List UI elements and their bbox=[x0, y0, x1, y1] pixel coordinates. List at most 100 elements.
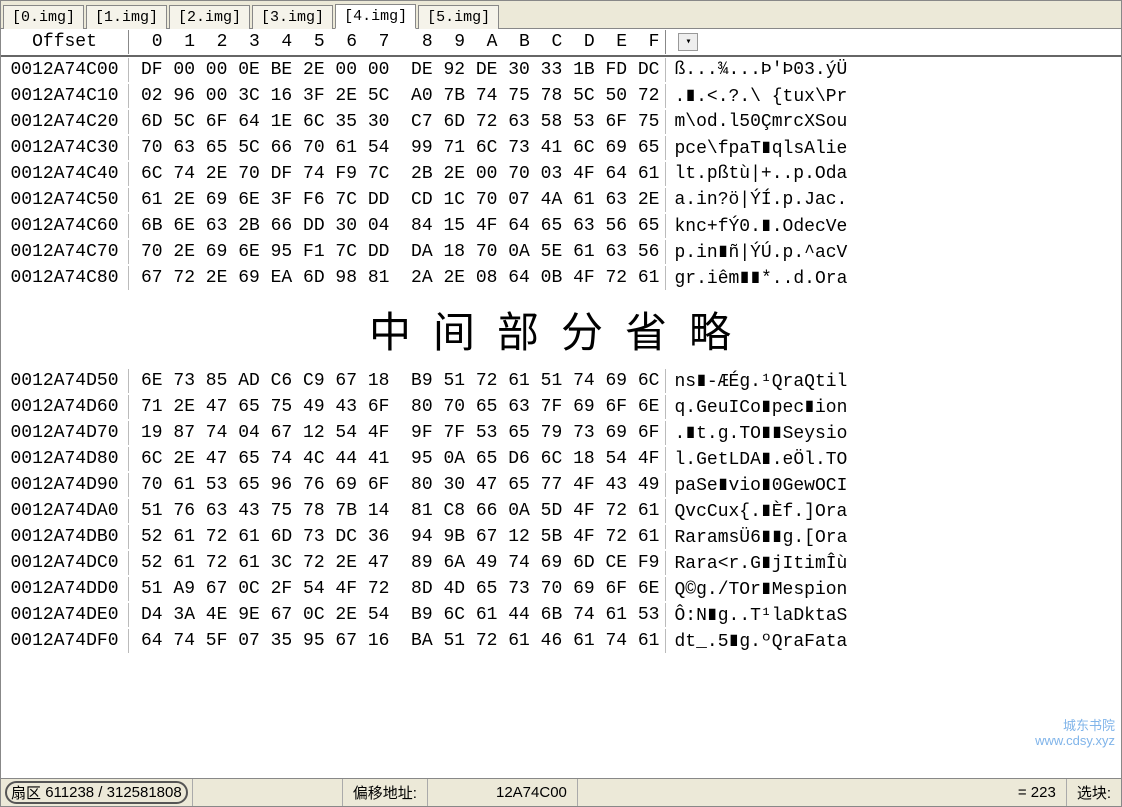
hex-cell[interactable]: 70 63 65 5C 66 70 61 54 99 71 6C 73 41 6… bbox=[129, 136, 666, 160]
offset-cell: 0012A74D60 bbox=[1, 395, 129, 419]
hex-cell[interactable]: 67 72 2E 69 EA 6D 98 81 2A 2E 08 64 0B 4… bbox=[129, 266, 666, 290]
offset-header: Offset bbox=[1, 30, 129, 54]
ascii-cell[interactable]: pce\fpaT∎qlsAlie bbox=[666, 135, 1121, 161]
ascii-cell[interactable]: QvcCux{.∎Èf.]Ora bbox=[666, 498, 1121, 524]
offset-cell: 0012A74C10 bbox=[1, 84, 129, 108]
ascii-cell[interactable]: gr.iêm∎∎*..d.Ora bbox=[666, 265, 1121, 291]
offset-cell: 0012A74DC0 bbox=[1, 551, 129, 575]
offset-cell: 0012A74DE0 bbox=[1, 603, 129, 627]
ascii-cell[interactable]: a.in?ö|ÝÍ.p.Jac. bbox=[666, 188, 1121, 212]
watermark-line1: 城东书院 bbox=[1035, 719, 1115, 733]
ascii-header: ▾ bbox=[666, 31, 1121, 53]
offset-cell: 0012A74DA0 bbox=[1, 499, 129, 523]
hex-row[interactable]: 0012A74D506E 73 85 AD C6 C9 67 18 B9 51 … bbox=[1, 368, 1121, 394]
hex-header: 0 1 2 3 4 5 6 7 8 9 A B C D E F bbox=[129, 30, 666, 54]
hex-row[interactable]: 0012A74DC052 61 72 61 3C 72 2E 47 89 6A … bbox=[1, 550, 1121, 576]
hex-cell[interactable]: 71 2E 47 65 75 49 43 6F 80 70 65 63 7F 6… bbox=[129, 395, 666, 419]
omitted-rows-label: 中间部分省略 bbox=[1, 291, 1121, 368]
ascii-cell[interactable]: .∎.<.?.\ {tux\Pr bbox=[666, 83, 1121, 109]
tab-5[interactable]: [5.img] bbox=[418, 5, 499, 29]
hex-row[interactable]: 0012A74C7070 2E 69 6E 95 F1 7C DD DA 18 … bbox=[1, 239, 1121, 265]
hex-row[interactable]: 0012A74DA051 76 63 43 75 78 7B 14 81 C8 … bbox=[1, 498, 1121, 524]
ascii-cell[interactable]: ns∎-ÆÉg.¹QraQtil bbox=[666, 368, 1121, 394]
offset-cell: 0012A74C70 bbox=[1, 240, 129, 264]
offset-cell: 0012A74DF0 bbox=[1, 629, 129, 653]
hex-cell[interactable]: 6E 73 85 AD C6 C9 67 18 B9 51 72 61 51 7… bbox=[129, 369, 666, 393]
ascii-cell[interactable]: Q©g./TOr∎Mespion bbox=[666, 576, 1121, 602]
hex-cell[interactable]: 52 61 72 61 3C 72 2E 47 89 6A 49 74 69 6… bbox=[129, 551, 666, 575]
ascii-cell[interactable]: knc+fÝ0.∎.OdecVe bbox=[666, 213, 1121, 239]
tab-0[interactable]: [0.img] bbox=[3, 5, 84, 29]
offset-cell: 0012A74C40 bbox=[1, 162, 129, 186]
status-sector-label: 扇区 bbox=[11, 782, 41, 803]
hex-cell[interactable]: 61 2E 69 6E 3F F6 7C DD CD 1C 70 07 4A 6… bbox=[129, 188, 666, 212]
status-bar: 扇区 611238 / 312581808 偏移地址: 12A74C00 = 2… bbox=[1, 778, 1121, 806]
hex-row[interactable]: 0012A74D806C 2E 47 65 74 4C 44 41 95 0A … bbox=[1, 446, 1121, 472]
hex-cell[interactable]: 02 96 00 3C 16 3F 2E 5C A0 7B 74 75 78 5… bbox=[129, 84, 666, 108]
ascii-cell[interactable]: Ô:N∎g..T¹laDktaS bbox=[666, 602, 1121, 628]
hex-cell[interactable]: 52 61 72 61 6D 73 DC 36 94 9B 67 12 5B 4… bbox=[129, 525, 666, 549]
watermark: 城东书院 www.cdsy.xyz bbox=[1035, 719, 1115, 748]
hex-cell[interactable]: 70 61 53 65 96 76 69 6F 80 30 47 65 77 4… bbox=[129, 473, 666, 497]
hex-row[interactable]: 0012A74C1002 96 00 3C 16 3F 2E 5C A0 7B … bbox=[1, 83, 1121, 109]
hex-cell[interactable]: 6D 5C 6F 64 1E 6C 35 30 C7 6D 72 63 58 5… bbox=[129, 110, 666, 134]
hex-row[interactable]: 0012A74D6071 2E 47 65 75 49 43 6F 80 70 … bbox=[1, 394, 1121, 420]
watermark-line2: www.cdsy.xyz bbox=[1035, 734, 1115, 748]
offset-cell: 0012A74C60 bbox=[1, 214, 129, 238]
status-offset-label: 偏移地址: bbox=[343, 779, 428, 806]
ascii-cell[interactable]: ß...¾...Þ'Þ03.ýÜ bbox=[666, 58, 1121, 82]
status-offset-value: 12A74C00 bbox=[428, 779, 578, 806]
tab-2[interactable]: [2.img] bbox=[169, 5, 250, 29]
hex-cell[interactable]: DF 00 00 0E BE 2E 00 00 DE 92 DE 30 33 1… bbox=[129, 58, 666, 82]
hex-cell[interactable]: 6B 6E 63 2B 66 DD 30 04 84 15 4F 64 65 6… bbox=[129, 214, 666, 238]
hex-cell[interactable]: 51 76 63 43 75 78 7B 14 81 C8 66 0A 5D 4… bbox=[129, 499, 666, 523]
tab-1[interactable]: [1.img] bbox=[86, 5, 167, 29]
offset-cell: 0012A74DD0 bbox=[1, 577, 129, 601]
hex-row[interactable]: 0012A74DB052 61 72 61 6D 73 DC 36 94 9B … bbox=[1, 524, 1121, 550]
status-sector-value: 611238 / 312581808 bbox=[45, 784, 182, 801]
hex-row[interactable]: 0012A74C8067 72 2E 69 EA 6D 98 81 2A 2E … bbox=[1, 265, 1121, 291]
ascii-cell[interactable]: m\od.l50ÇmrcXSou bbox=[666, 110, 1121, 134]
offset-cell: 0012A74DB0 bbox=[1, 525, 129, 549]
offset-cell: 0012A74D80 bbox=[1, 447, 129, 471]
ascii-cell[interactable]: .∎t.g.TO∎∎Seysio bbox=[666, 420, 1121, 446]
charset-dropdown[interactable]: ▾ bbox=[678, 33, 698, 51]
hex-row[interactable]: 0012A74C406C 74 2E 70 DF 74 F9 7C 2B 2E … bbox=[1, 161, 1121, 187]
hex-row[interactable]: 0012A74DE0D4 3A 4E 9E 67 0C 2E 54 B9 6C … bbox=[1, 602, 1121, 628]
hex-row[interactable]: 0012A74C3070 63 65 5C 66 70 61 54 99 71 … bbox=[1, 135, 1121, 161]
offset-cell: 0012A74C00 bbox=[1, 58, 129, 82]
status-eq-value: = 223 bbox=[578, 779, 1067, 806]
hex-row[interactable]: 0012A74C606B 6E 63 2B 66 DD 30 04 84 15 … bbox=[1, 213, 1121, 239]
hex-cell[interactable]: 51 A9 67 0C 2F 54 4F 72 8D 4D 65 73 70 6… bbox=[129, 577, 666, 601]
ascii-cell[interactable]: l.GetLDA∎.eÖl.TO bbox=[666, 446, 1121, 472]
offset-cell: 0012A74C50 bbox=[1, 188, 129, 212]
offset-cell: 0012A74D90 bbox=[1, 473, 129, 497]
ascii-cell[interactable]: RaramsÜ6∎∎g.[Ora bbox=[666, 524, 1121, 550]
hex-row[interactable]: 0012A74C5061 2E 69 6E 3F F6 7C DD CD 1C … bbox=[1, 187, 1121, 213]
ascii-cell[interactable]: dt_.5∎g.ºQraFata bbox=[666, 628, 1121, 654]
hex-cell[interactable]: 70 2E 69 6E 95 F1 7C DD DA 18 70 0A 5E 6… bbox=[129, 240, 666, 264]
ascii-cell[interactable]: paSe∎vio∎0GewOCI bbox=[666, 472, 1121, 498]
hex-cell[interactable]: D4 3A 4E 9E 67 0C 2E 54 B9 6C 61 44 6B 7… bbox=[129, 603, 666, 627]
tab-4[interactable]: [4.img] bbox=[335, 4, 416, 29]
hex-row[interactable]: 0012A74DF064 74 5F 07 35 95 67 16 BA 51 … bbox=[1, 628, 1121, 654]
offset-cell: 0012A74C80 bbox=[1, 266, 129, 290]
ascii-cell[interactable]: p.in∎ñ|ÝÚ.p.^acV bbox=[666, 239, 1121, 265]
hex-cell[interactable]: 6C 2E 47 65 74 4C 44 41 95 0A 65 D6 6C 1… bbox=[129, 447, 666, 471]
ascii-cell[interactable]: q.GeuICo∎pec∎ion bbox=[666, 394, 1121, 420]
offset-cell: 0012A74C20 bbox=[1, 110, 129, 134]
ascii-cell[interactable]: Rara<r.G∎jItimÎù bbox=[666, 550, 1121, 576]
hex-row[interactable]: 0012A74C206D 5C 6F 64 1E 6C 35 30 C7 6D … bbox=[1, 109, 1121, 135]
ascii-cell[interactable]: lt.pßtù|+..p.Oda bbox=[666, 162, 1121, 186]
hex-row[interactable]: 0012A74DD051 A9 67 0C 2F 54 4F 72 8D 4D … bbox=[1, 576, 1121, 602]
hex-row[interactable]: 0012A74D7019 87 74 04 67 12 54 4F 9F 7F … bbox=[1, 420, 1121, 446]
offset-cell: 0012A74D50 bbox=[1, 369, 129, 393]
hex-cell[interactable]: 6C 74 2E 70 DF 74 F9 7C 2B 2E 00 70 03 4… bbox=[129, 162, 666, 186]
hex-row[interactable]: 0012A74D9070 61 53 65 96 76 69 6F 80 30 … bbox=[1, 472, 1121, 498]
hex-row[interactable]: 0012A74C00DF 00 00 0E BE 2E 00 00 DE 92 … bbox=[1, 57, 1121, 83]
tab-3[interactable]: [3.img] bbox=[252, 5, 333, 29]
hex-editor-window: [0.img] [1.img] [2.img] [3.img] [4.img] … bbox=[0, 0, 1122, 807]
tab-bar: [0.img] [1.img] [2.img] [3.img] [4.img] … bbox=[1, 1, 1121, 29]
hex-cell[interactable]: 64 74 5F 07 35 95 67 16 BA 51 72 61 46 6… bbox=[129, 629, 666, 653]
hex-cell[interactable]: 19 87 74 04 67 12 54 4F 9F 7F 53 65 79 7… bbox=[129, 421, 666, 445]
